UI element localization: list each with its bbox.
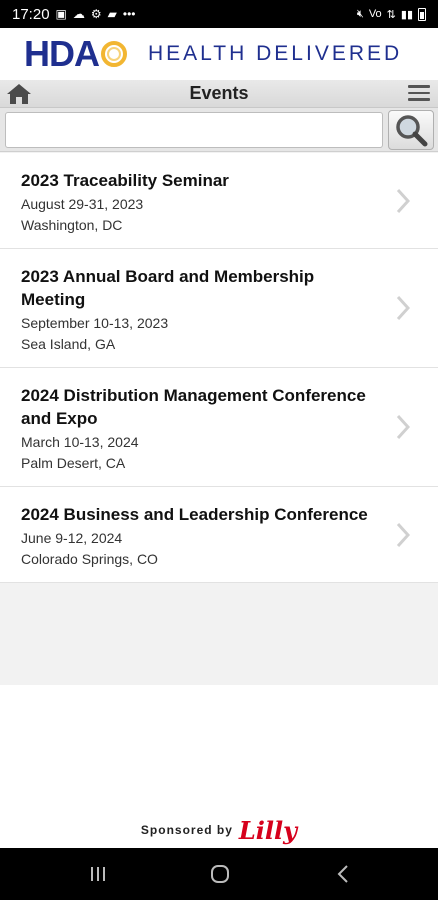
status-bar: 17:20 ▣ ☁ ⚙ ▰ ••• 🔇︎ Vo ⇅ ▮▮ [0, 0, 438, 28]
list-empty-area [0, 590, 438, 685]
event-date: September 10-13, 2023 [21, 315, 169, 331]
back-icon[interactable] [328, 861, 358, 887]
search-bar [0, 108, 438, 152]
home-icon[interactable] [6, 83, 32, 105]
message-icon: ▰ [107, 7, 117, 21]
event-location: Sea Island, GA [21, 336, 116, 352]
page-title: Events [189, 83, 249, 103]
event-list-item[interactable]: 2024 Business and Leadership Conference … [0, 487, 438, 583]
brand-header: HDA HEALTH DELIVERED [0, 28, 438, 80]
event-date: June 9-12, 2024 [21, 530, 123, 546]
battery-icon [418, 7, 426, 21]
event-date: August 29-31, 2023 [21, 196, 144, 212]
nav-bar: Events [0, 80, 438, 108]
sponsor-logo: Lilly [238, 815, 298, 845]
volte-icon: Vo [368, 8, 382, 20]
brand-logo-text: HDA [24, 33, 100, 74]
home-circle-icon[interactable] [205, 861, 235, 887]
event-list-item[interactable]: 2023 Traceability Seminar August 29-31, … [0, 153, 438, 249]
recents-icon[interactable] [83, 861, 113, 887]
chevron-right-icon [396, 188, 410, 213]
status-left: 17:20 ▣ ☁ ⚙ ▰ ••• [12, 6, 136, 23]
status-time: 17:20 [12, 5, 50, 23]
chevron-right-icon [396, 295, 410, 321]
system-navigation-bar [0, 848, 438, 900]
status-right: 🔇︎ Vo ⇅ ▮▮ [356, 7, 426, 21]
chevron-right-icon [396, 414, 410, 440]
event-location: Colorado Springs, CO [21, 551, 158, 567]
event-location: Washington, DC [21, 217, 123, 233]
signal-icon: ▮▮ [400, 8, 413, 21]
cloud-icon: ☁ [72, 7, 85, 21]
sponsor-banner[interactable]: Sponsored by Lilly [0, 812, 438, 848]
event-date: March 10-13, 2024 [21, 434, 139, 450]
event-title: 2023 Annual Board and Membership Meeting [21, 267, 315, 309]
events-list: 2023 Traceability Seminar August 29-31, … [0, 153, 438, 583]
event-list-item[interactable]: 2023 Annual Board and Membership Meeting… [0, 249, 438, 368]
photo-icon: ▣ [55, 7, 67, 21]
settings-icon: ⚙ [90, 7, 102, 21]
sponsor-label: Sponsored by [140, 823, 233, 837]
event-list-item[interactable]: 2024 Distribution Management Conference … [0, 368, 438, 487]
event-title: 2024 Distribution Management Conference … [21, 386, 366, 428]
search-input[interactable] [5, 112, 383, 148]
hamburger-icon[interactable] [408, 85, 430, 103]
mute-icon: 🔇︎ [356, 7, 364, 20]
search-icon [396, 115, 428, 147]
event-location: Palm Desert, CA [21, 455, 126, 471]
event-title: 2024 Business and Leadership Conference [21, 505, 368, 524]
search-button[interactable] [388, 110, 434, 150]
brand-tagline: HEALTH DELIVERED [148, 42, 403, 65]
more-dots-icon: ••• [122, 7, 136, 21]
wifi-icon: ⇅ [386, 8, 396, 21]
event-title: 2023 Traceability Seminar [21, 171, 229, 190]
chevron-right-icon [396, 522, 410, 547]
brand-logo-ring-icon [101, 41, 127, 67]
